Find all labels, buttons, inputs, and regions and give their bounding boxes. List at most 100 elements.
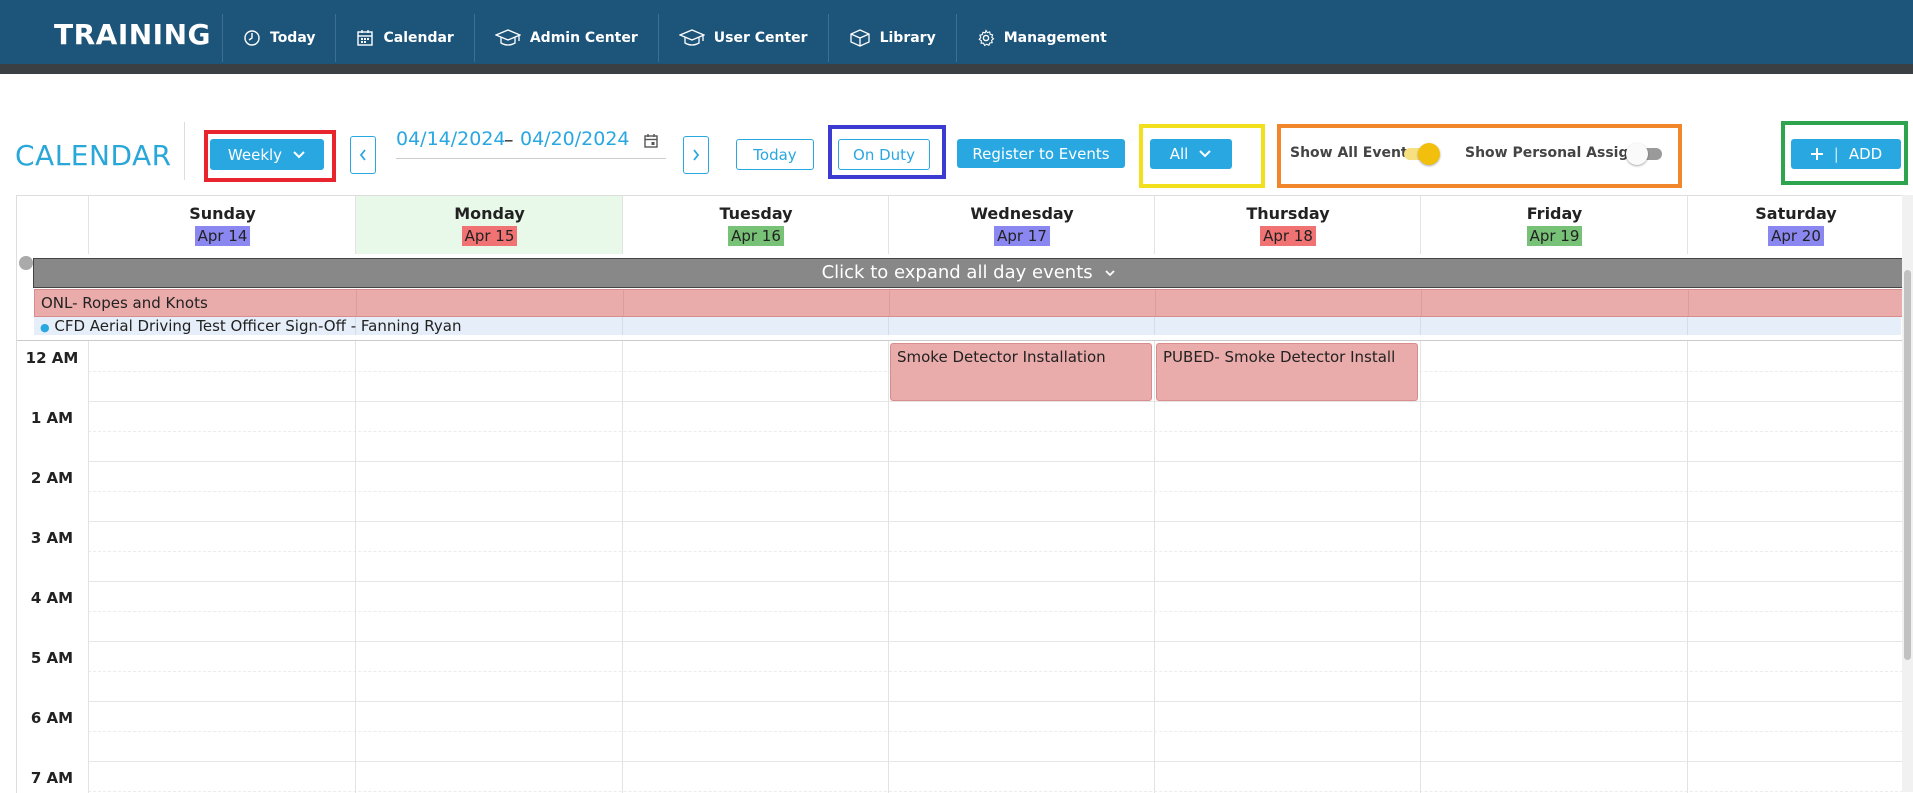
day-segment	[1155, 290, 1156, 316]
half-hour-line	[88, 671, 1903, 672]
hour-line	[88, 521, 1903, 522]
day-column-line	[1154, 341, 1155, 793]
show-all-events-label: Show All Events	[1290, 145, 1416, 161]
calendar-picker-icon[interactable]	[643, 133, 659, 149]
nav-calendar[interactable]: Calendar	[335, 14, 473, 62]
calendar-scrollbar-thumb[interactable]	[1904, 270, 1911, 660]
day-header[interactable]: Sunday Apr 14	[88, 196, 356, 254]
day-header[interactable]: Saturday Apr 20	[1687, 196, 1903, 254]
on-duty-button[interactable]: On Duty	[838, 139, 930, 170]
expand-all-day-events-bar[interactable]: Click to expand all day events	[33, 258, 1903, 288]
nav-library[interactable]: Library	[827, 14, 956, 62]
day-name: Monday	[454, 204, 525, 223]
day-segment	[1421, 290, 1422, 316]
day-column-line	[88, 341, 89, 793]
day-segment	[888, 317, 889, 335]
day-name: Tuesday	[719, 204, 793, 223]
top-nav-divider	[0, 64, 1913, 74]
calendar-event[interactable]: PUBED- Smoke Detector Install	[1156, 343, 1418, 401]
start-date-input[interactable]: 04/14/2024	[396, 128, 506, 150]
hour-line	[88, 401, 1903, 402]
today-button[interactable]: Today	[736, 139, 814, 170]
half-hour-line	[88, 491, 1903, 492]
half-hour-line	[88, 431, 1903, 432]
nav-admin-center[interactable]: Admin Center	[473, 14, 658, 62]
day-segment	[1688, 290, 1689, 316]
day-column-line	[888, 341, 889, 793]
nav-library-label: Library	[879, 30, 936, 46]
all-day-event-title: ONL- Ropes and Knots	[41, 294, 208, 312]
hour-label: 4 AM	[30, 589, 74, 607]
all-day-handle[interactable]	[19, 256, 33, 270]
nav-management-label: Management	[1003, 30, 1107, 46]
hour-label: 1 AM	[30, 409, 74, 427]
day-segment	[356, 290, 357, 316]
day-segment	[889, 290, 890, 316]
end-date-input[interactable]: 04/20/2024	[520, 128, 630, 150]
day-header[interactable]: Tuesday Apr 16	[622, 196, 889, 254]
hour-line	[88, 461, 1903, 462]
nav-today[interactable]: Today	[222, 14, 335, 62]
prev-week-button[interactable]	[350, 136, 376, 174]
chevron-down-icon	[1105, 270, 1116, 277]
plus-icon	[1810, 148, 1823, 160]
day-header[interactable]: Thursday Apr 18	[1154, 196, 1421, 254]
toolbar-divider	[184, 122, 185, 180]
calendar-scrollbar[interactable]	[1902, 195, 1913, 792]
expand-all-day-label: Click to expand all day events	[821, 262, 1093, 283]
day-date-chip: Apr 18	[1260, 226, 1316, 246]
show-personal-assigns-toggle[interactable]	[1626, 143, 1662, 165]
day-segment	[1420, 317, 1421, 335]
day-column-line	[1420, 341, 1421, 793]
day-header[interactable]: Wednesday Apr 17	[888, 196, 1155, 254]
calendar-event[interactable]: Smoke Detector Installation	[890, 343, 1152, 401]
chevron-down-icon	[293, 150, 305, 158]
view-selector-label: Weekly	[227, 145, 283, 164]
add-separator: |	[1833, 145, 1839, 163]
hour-line	[88, 641, 1903, 642]
hour-label: 7 AM	[30, 769, 74, 787]
filter-dropdown[interactable]: All	[1150, 139, 1232, 169]
hour-label: 2 AM	[30, 469, 74, 487]
all-day-event[interactable]: ● CFD Aerial Driving Test Officer Sign-O…	[34, 317, 1901, 335]
day-segment	[1687, 317, 1688, 335]
chevron-down-icon	[1199, 150, 1212, 158]
calendar-icon	[357, 30, 374, 46]
half-hour-line	[88, 731, 1903, 732]
register-to-events-button[interactable]: Register to Events	[957, 139, 1125, 168]
day-segment	[623, 290, 624, 316]
add-button[interactable]: | ADD	[1791, 139, 1901, 169]
chevron-left-icon	[359, 149, 366, 161]
day-date-chip: Apr 14	[194, 226, 251, 246]
date-range-separator: –	[504, 129, 514, 151]
chevron-right-icon	[693, 149, 700, 161]
day-column-line	[622, 341, 623, 793]
day-segment	[622, 317, 623, 335]
hour-line	[88, 581, 1903, 582]
view-selector-button[interactable]: Weekly	[210, 139, 324, 170]
hour-line	[88, 701, 1903, 702]
show-all-events-toggle[interactable]	[1404, 143, 1440, 165]
nav-user-center-label: User Center	[713, 30, 808, 46]
graduation-cap-icon	[494, 29, 521, 46]
hour-line	[88, 761, 1903, 762]
nav-user-center[interactable]: User Center	[657, 14, 828, 62]
time-grid: 12 AM 1 AM 2 AM 3 AM 4 AM 5 AM 6 AM 7 AM Smoke D…	[17, 340, 1903, 793]
day-name: Thursday	[1246, 204, 1330, 223]
nav-admin-center-label: Admin Center	[529, 30, 638, 46]
nav-today-label: Today	[270, 30, 316, 46]
day-date-chip: Apr 17	[994, 226, 1050, 246]
app-title: TRAINING	[54, 18, 212, 51]
day-header[interactable]: Monday Apr 15	[355, 196, 623, 254]
page-title: CALENDAR	[15, 139, 172, 172]
nav-calendar-label: Calendar	[383, 30, 454, 46]
day-segment	[1154, 317, 1155, 335]
all-day-event[interactable]: ONL- Ropes and Knots	[34, 289, 1903, 317]
next-week-button[interactable]	[683, 136, 709, 174]
day-date-chip: Apr 20	[1768, 226, 1824, 246]
day-header[interactable]: Friday Apr 19	[1420, 196, 1688, 254]
day-date-chip: Apr 16	[728, 226, 784, 246]
half-hour-line	[88, 551, 1903, 552]
half-hour-line	[88, 611, 1903, 612]
nav-management[interactable]: Management	[955, 14, 1127, 62]
